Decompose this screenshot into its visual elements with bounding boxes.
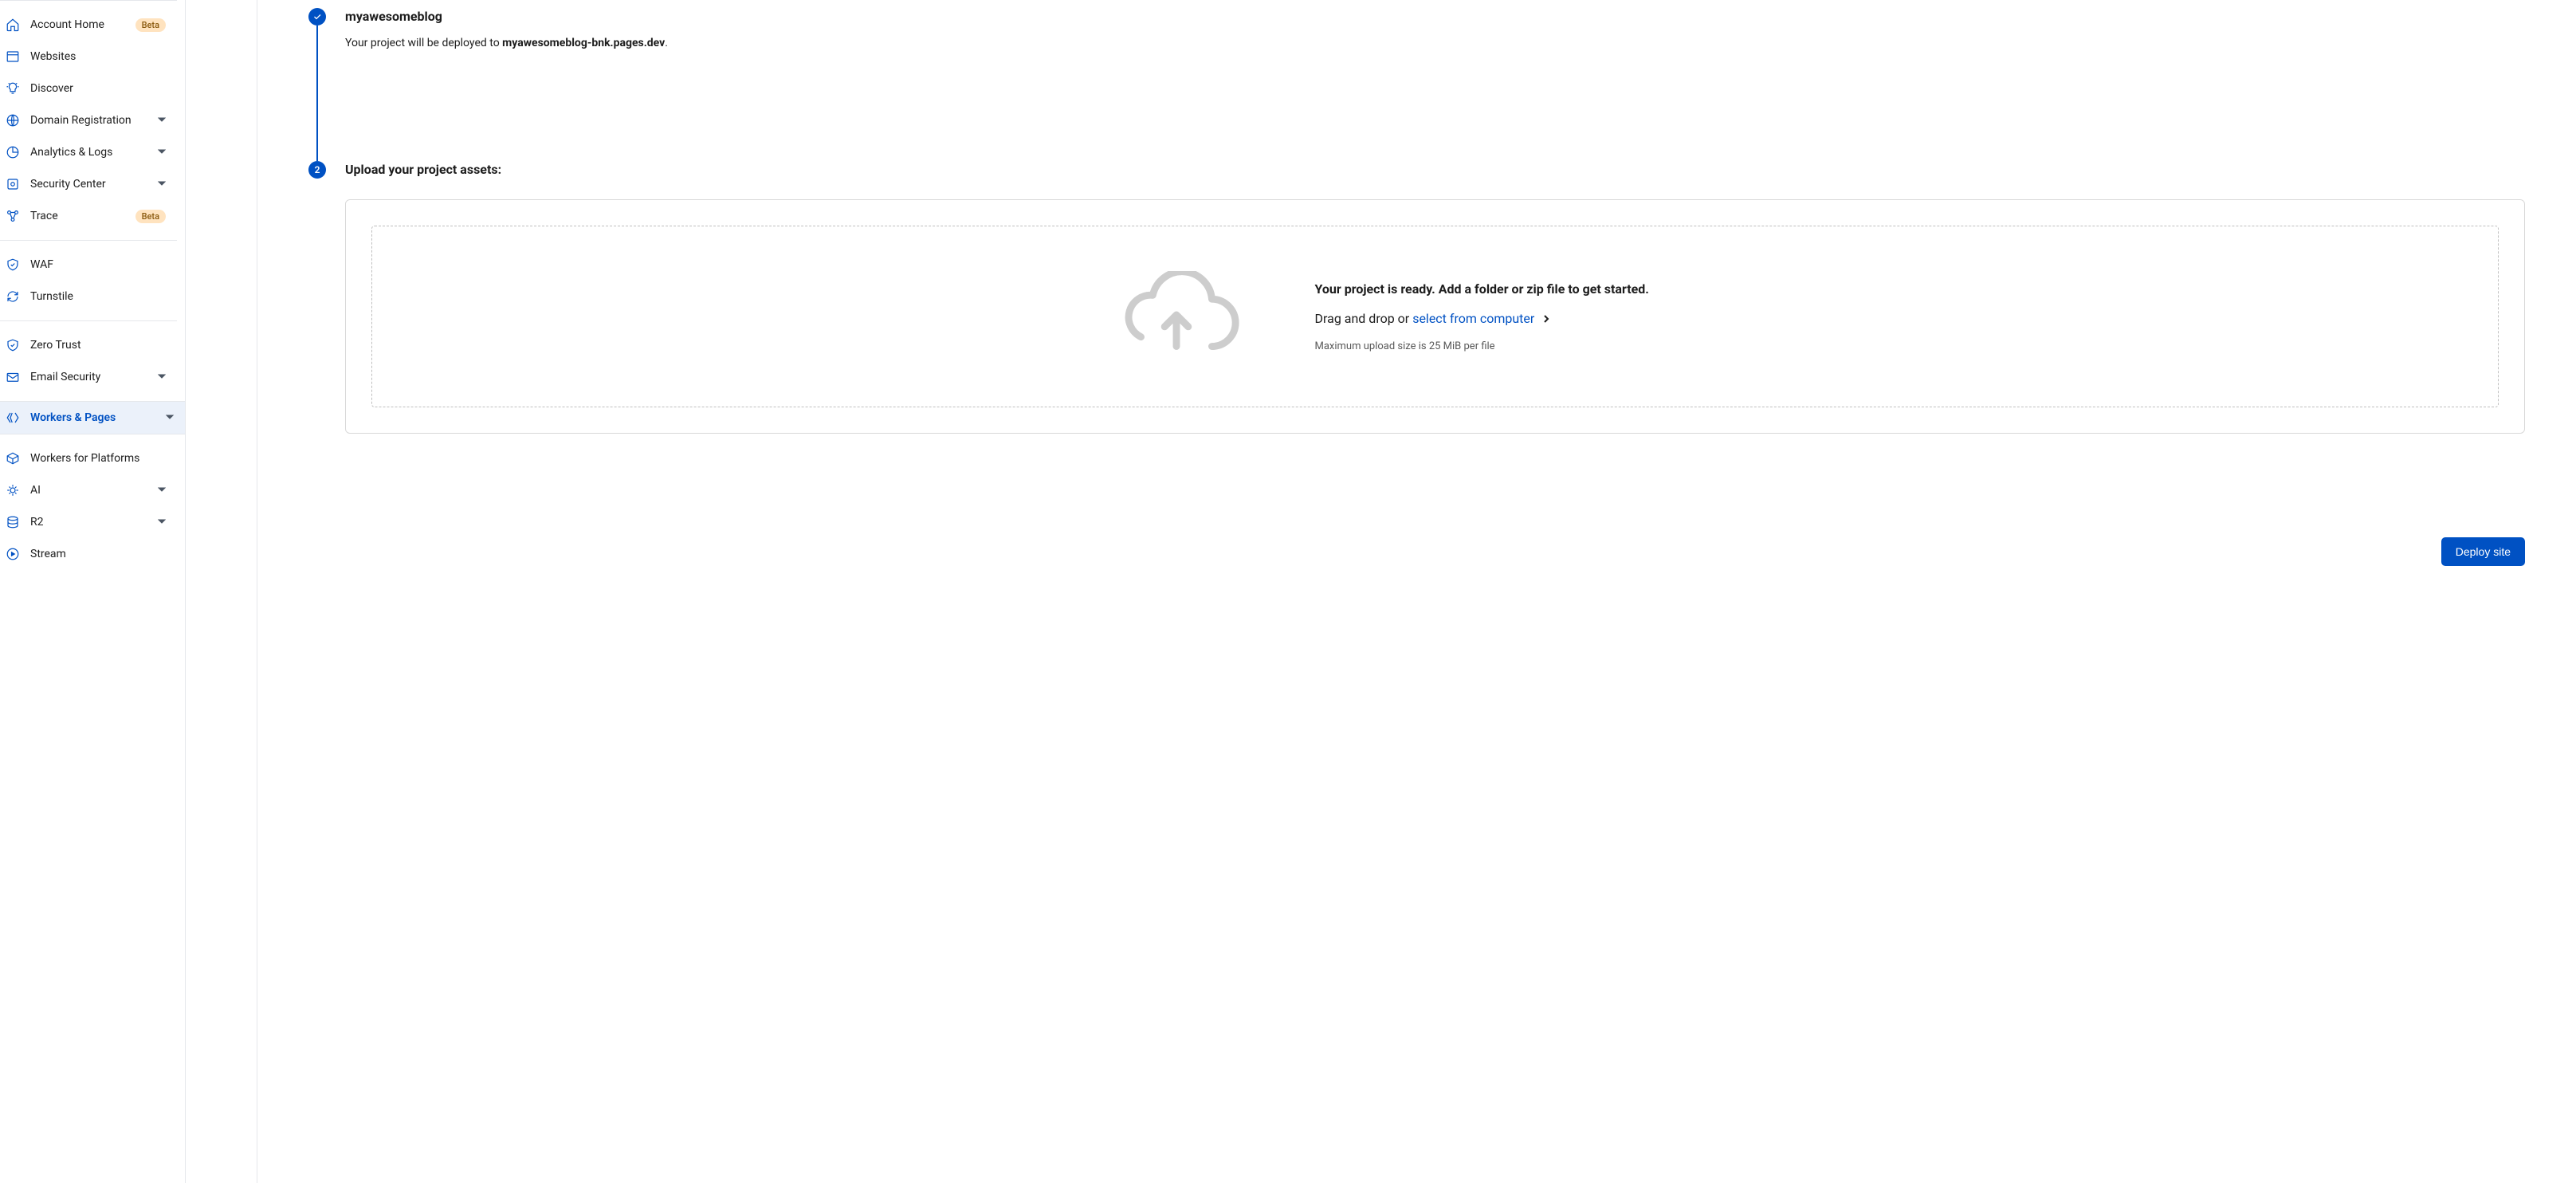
refresh-icon	[5, 289, 21, 305]
sidebar-item-label: R2	[30, 516, 148, 529]
chevron-down-icon	[158, 484, 166, 497]
sidebar-item-ai[interactable]: AI	[0, 474, 177, 506]
stream-icon	[5, 546, 21, 562]
browser-icon	[5, 49, 21, 65]
chevron-down-icon	[158, 178, 166, 191]
check-icon	[312, 12, 322, 22]
sidebar-item-label: AI	[30, 484, 148, 497]
dropzone-heading: Your project is ready. Add a folder or z…	[1315, 281, 1761, 297]
sidebar-item-domain-registration[interactable]: Domain Registration	[0, 104, 177, 136]
sidebar-item-label: Stream	[30, 548, 166, 560]
database-icon	[5, 514, 21, 530]
content-gutter	[186, 0, 257, 1183]
lightbulb-icon	[5, 81, 21, 96]
sidebar-item-waf[interactable]: WAF	[0, 249, 177, 281]
chevron-down-icon	[158, 114, 166, 127]
sidebar-item-discover[interactable]: Discover	[0, 73, 177, 104]
main-content: myawesomeblog Your project will be deplo…	[257, 0, 2576, 1183]
workers-icon	[5, 410, 21, 426]
chevron-right-icon	[1537, 311, 1550, 326]
sidebar-item-label: Discover	[30, 82, 166, 95]
shield-icon	[5, 257, 21, 273]
sidebar-item-label: Security Center	[30, 178, 148, 191]
chevron-down-icon	[158, 146, 166, 159]
chart-icon	[5, 144, 21, 160]
sidebar-item-label: Turnstile	[30, 290, 166, 303]
select-from-computer-link[interactable]: select from computer	[1412, 311, 1534, 326]
beta-badge: Beta	[135, 18, 166, 32]
project-desc: Your project will be deployed to myaweso…	[345, 37, 2525, 49]
sidebar-item-r2[interactable]: R2	[0, 506, 177, 538]
sidebar-item-workers-platforms[interactable]: Workers for Platforms	[0, 442, 177, 474]
sidebar-item-label: Workers & Pages	[30, 411, 156, 424]
step-upload: 2 Upload your project assets:	[308, 161, 2525, 590]
sidebar: Account Home Beta Websites Discover Doma…	[0, 0, 186, 1183]
step-marker-complete	[308, 8, 326, 26]
ai-icon	[5, 482, 21, 498]
trace-icon	[5, 208, 21, 224]
sidebar-item-label: Zero Trust	[30, 339, 166, 352]
sidebar-item-label: Domain Registration	[30, 114, 148, 127]
project-title: myawesomeblog	[345, 8, 2525, 26]
sidebar-item-security-center[interactable]: Security Center	[0, 168, 177, 200]
sidebar-item-analytics[interactable]: Analytics & Logs	[0, 136, 177, 168]
sidebar-item-stream[interactable]: Stream	[0, 538, 177, 570]
sidebar-item-websites[interactable]: Websites	[0, 41, 177, 73]
deploy-button[interactable]: Deploy site	[2441, 537, 2525, 566]
sidebar-item-label: Account Home	[30, 18, 126, 31]
sidebar-item-label: Trace	[30, 210, 126, 222]
sidebar-item-turnstile[interactable]: Turnstile	[0, 281, 177, 312]
security-icon	[5, 176, 21, 192]
cloud-upload-icon	[1109, 271, 1243, 362]
globe-icon	[5, 112, 21, 128]
chevron-down-icon	[166, 411, 174, 424]
dropzone-sub: Drag and drop or select from computer	[1315, 311, 1761, 326]
sidebar-item-label: Websites	[30, 50, 166, 63]
sidebar-item-email-security[interactable]: Email Security	[0, 361, 177, 393]
upload-title: Upload your project assets:	[345, 161, 2525, 179]
step-project: myawesomeblog Your project will be deplo…	[308, 8, 2525, 161]
beta-badge: Beta	[135, 210, 166, 223]
sidebar-item-trace[interactable]: Trace Beta	[0, 200, 177, 232]
sidebar-item-label: Analytics & Logs	[30, 146, 148, 159]
sidebar-item-workers-pages[interactable]: Workers & Pages	[0, 401, 186, 434]
sidebar-item-label: WAF	[30, 258, 166, 271]
step-connector	[316, 26, 318, 161]
home-icon	[5, 17, 21, 33]
sidebar-item-account-home[interactable]: Account Home Beta	[0, 9, 177, 41]
dropzone[interactable]: Your project is ready. Add a folder or z…	[371, 226, 2499, 407]
sidebar-item-label: Email Security	[30, 371, 148, 383]
chevron-down-icon	[158, 516, 166, 529]
sidebar-item-zero-trust[interactable]: Zero Trust	[0, 329, 177, 361]
chevron-down-icon	[158, 371, 166, 383]
upload-card: Your project is ready. Add a folder or z…	[345, 199, 2525, 434]
shield-check-icon	[5, 337, 21, 353]
step-marker-2: 2	[308, 161, 326, 179]
box-icon	[5, 450, 21, 466]
mail-icon	[5, 369, 21, 385]
sidebar-item-label: Workers for Platforms	[30, 452, 166, 465]
dropzone-hint: Maximum upload size is 25 MiB per file	[1315, 340, 1761, 352]
project-domain: myawesomeblog-bnk.pages.dev	[502, 37, 665, 49]
